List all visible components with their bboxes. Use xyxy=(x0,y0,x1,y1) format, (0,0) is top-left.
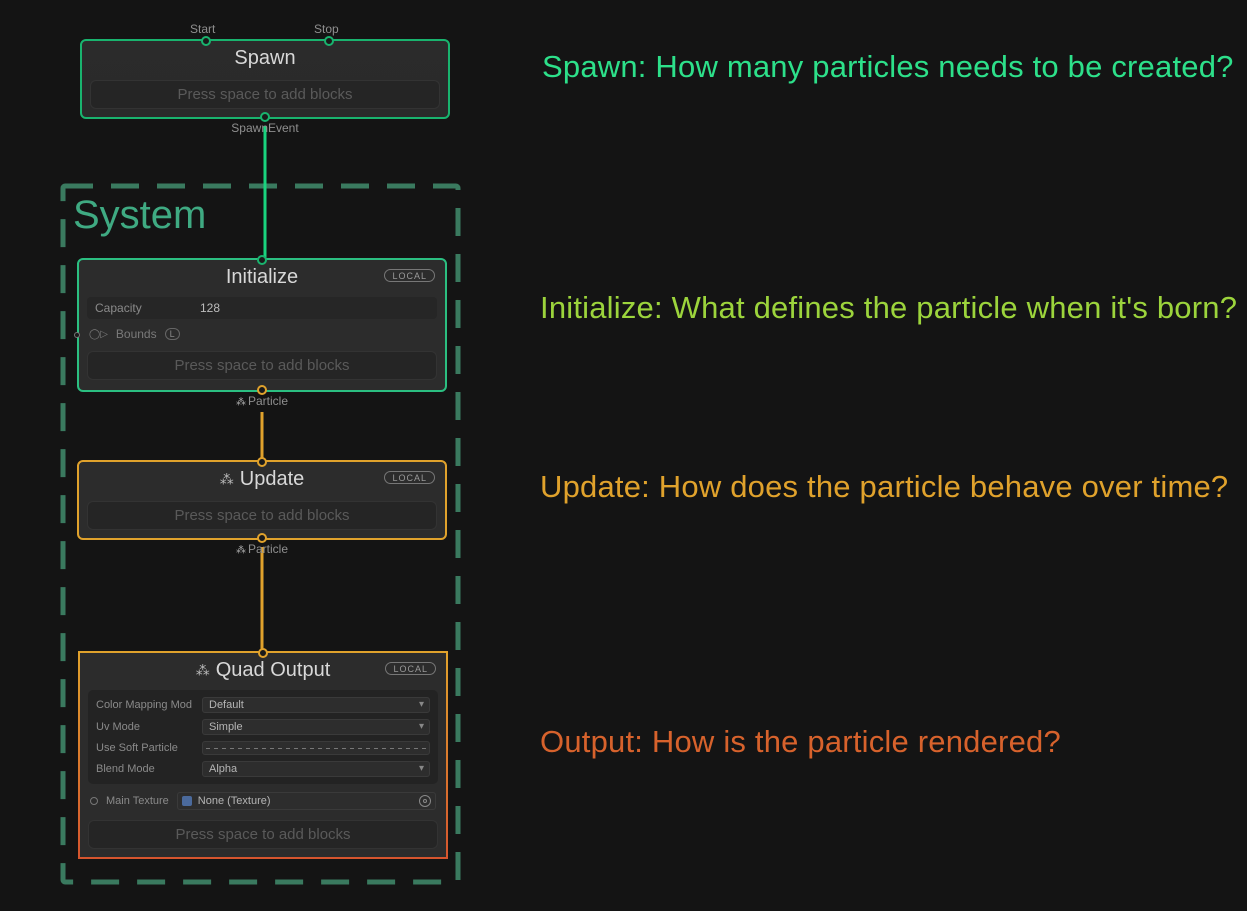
color-mapping-row: Color Mapping Mod Default xyxy=(94,694,432,716)
bounds-port[interactable] xyxy=(74,332,80,338)
initialize-port-out[interactable] xyxy=(257,385,267,395)
annotation-initialize: Initialize: What defines the particle wh… xyxy=(540,286,1237,331)
color-mapping-label: Color Mapping Mod xyxy=(96,699,196,711)
spawn-port-start[interactable] xyxy=(201,36,211,46)
capacity-row: Capacity 128 xyxy=(87,297,437,319)
annotation-output: Output: How is the particle rendered? xyxy=(540,720,1061,765)
texture-swatch-icon xyxy=(182,796,192,806)
annotation-spawn: Spawn: How many particles needs to be cr… xyxy=(542,45,1234,90)
spawn-port-out-label: SpawnEvent xyxy=(231,121,298,135)
soft-particle-slider[interactable] xyxy=(202,741,430,755)
bounds-row: ◯▷ Bounds L xyxy=(79,323,445,345)
capacity-label: Capacity xyxy=(95,301,200,315)
vfx-graph-canvas[interactable]: System Start Stop Spawn Press space to a… xyxy=(0,0,1247,911)
blend-mode-label: Blend Mode xyxy=(96,763,196,775)
blend-mode-select[interactable]: Alpha xyxy=(202,761,430,777)
initialize-local-badge: LOCAL xyxy=(384,269,435,282)
update-port-out-label: ⁂Particle xyxy=(236,542,288,556)
output-node[interactable]: LOCAL ⁂Quad Output Color Mapping Mod Def… xyxy=(78,651,448,859)
initialize-node[interactable]: LOCAL Initialize Capacity 128 ◯▷ Bounds … xyxy=(77,258,447,392)
object-picker-icon[interactable] xyxy=(419,795,431,807)
spawn-node[interactable]: Start Stop Spawn Press space to add bloc… xyxy=(80,39,450,119)
spawn-port-out[interactable] xyxy=(260,112,270,122)
particle-icon: ⁂ xyxy=(236,397,246,408)
spawn-port-stop-label: Stop xyxy=(314,22,339,36)
main-texture-port[interactable] xyxy=(90,797,98,805)
play-icon: ◯▷ xyxy=(89,329,108,340)
particle-icon: ⁂ xyxy=(236,545,246,556)
main-texture-label: Main Texture xyxy=(106,795,169,807)
system-label: System xyxy=(73,193,206,238)
initialize-port-in[interactable] xyxy=(257,255,267,265)
soft-particle-row: Use Soft Particle xyxy=(94,738,432,758)
spawn-title: Spawn xyxy=(82,41,448,74)
update-port-out[interactable] xyxy=(257,533,267,543)
uv-mode-select[interactable]: Simple xyxy=(202,719,430,735)
output-add-blocks[interactable]: Press space to add blocks xyxy=(88,820,438,849)
spawn-port-stop[interactable] xyxy=(324,36,334,46)
particle-icon: ⁂ xyxy=(196,662,210,679)
output-port-in[interactable] xyxy=(258,648,268,658)
capacity-value[interactable]: 128 xyxy=(200,301,220,315)
blend-mode-row: Blend Mode Alpha xyxy=(94,758,432,780)
uv-mode-row: Uv Mode Simple xyxy=(94,716,432,738)
main-texture-field[interactable]: None (Texture) xyxy=(177,792,436,810)
particle-icon: ⁂ xyxy=(220,471,234,488)
update-port-in[interactable] xyxy=(257,457,267,467)
annotation-update: Update: How does the particle behave ove… xyxy=(540,465,1228,510)
output-properties: Color Mapping Mod Default Uv Mode Simple… xyxy=(88,690,438,784)
initialize-add-blocks[interactable]: Press space to add blocks xyxy=(87,351,437,380)
main-texture-row: Main Texture None (Texture) xyxy=(80,788,446,814)
output-local-badge: LOCAL xyxy=(385,662,436,675)
color-mapping-select[interactable]: Default xyxy=(202,697,430,713)
initialize-port-out-label: ⁂Particle xyxy=(236,394,288,408)
update-local-badge: LOCAL xyxy=(384,471,435,484)
uv-mode-label: Uv Mode xyxy=(96,721,196,733)
update-node[interactable]: LOCAL ⁂Update Press space to add blocks … xyxy=(77,460,447,540)
spawn-port-start-label: Start xyxy=(190,22,215,36)
bounds-label: Bounds xyxy=(116,327,157,341)
update-add-blocks[interactable]: Press space to add blocks xyxy=(87,501,437,530)
bounds-l-badge: L xyxy=(165,328,180,340)
soft-particle-label: Use Soft Particle xyxy=(96,742,196,754)
spawn-add-blocks[interactable]: Press space to add blocks xyxy=(90,80,440,109)
